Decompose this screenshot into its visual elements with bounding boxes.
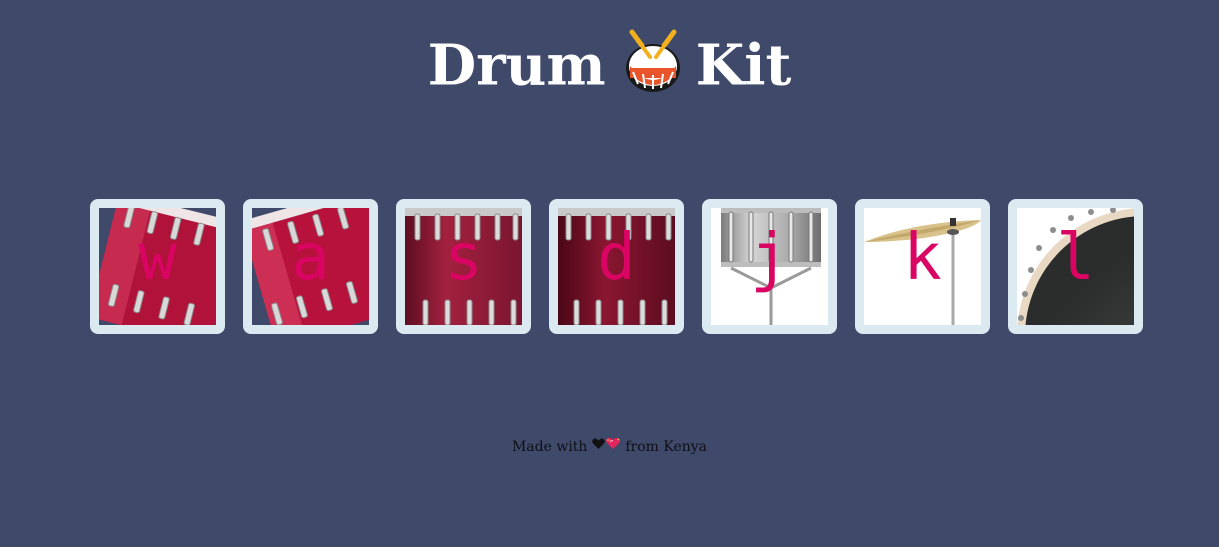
black-heart-icon bbox=[592, 435, 605, 457]
title-word-drum: Drum bbox=[427, 32, 606, 99]
footer: Made with from Kenya bbox=[0, 436, 1219, 458]
drum-set: w a s d j k l bbox=[90, 199, 1143, 334]
page-title: Drum Kit bbox=[0, 24, 1219, 102]
drum-key-d-button[interactable]: d bbox=[549, 199, 684, 334]
drum-key-s-button[interactable]: s bbox=[396, 199, 531, 334]
drum-key-j-button[interactable]: j bbox=[702, 199, 837, 334]
drum-key-letter: s bbox=[444, 221, 483, 295]
drum-key-letter: a bbox=[291, 221, 330, 295]
drum-key-letter: k bbox=[903, 221, 942, 295]
drum-key-w-button[interactable]: w bbox=[90, 199, 225, 334]
sparkling-heart-icon bbox=[605, 435, 621, 457]
drum-key-letter: w bbox=[138, 221, 177, 295]
drum-key-k-button[interactable]: k bbox=[855, 199, 990, 334]
drum-key-letter: l bbox=[1056, 221, 1095, 295]
drum-key-letter: j bbox=[750, 221, 789, 295]
footer-text-before: Made with bbox=[511, 439, 588, 455]
drum-icon bbox=[624, 28, 682, 94]
title-word-kit: Kit bbox=[695, 32, 792, 99]
drum-key-letter: d bbox=[597, 221, 636, 295]
footer-text-after: from Kenya bbox=[625, 439, 708, 455]
drum-key-a-button[interactable]: a bbox=[243, 199, 378, 334]
drum-key-l-button[interactable]: l bbox=[1008, 199, 1143, 334]
